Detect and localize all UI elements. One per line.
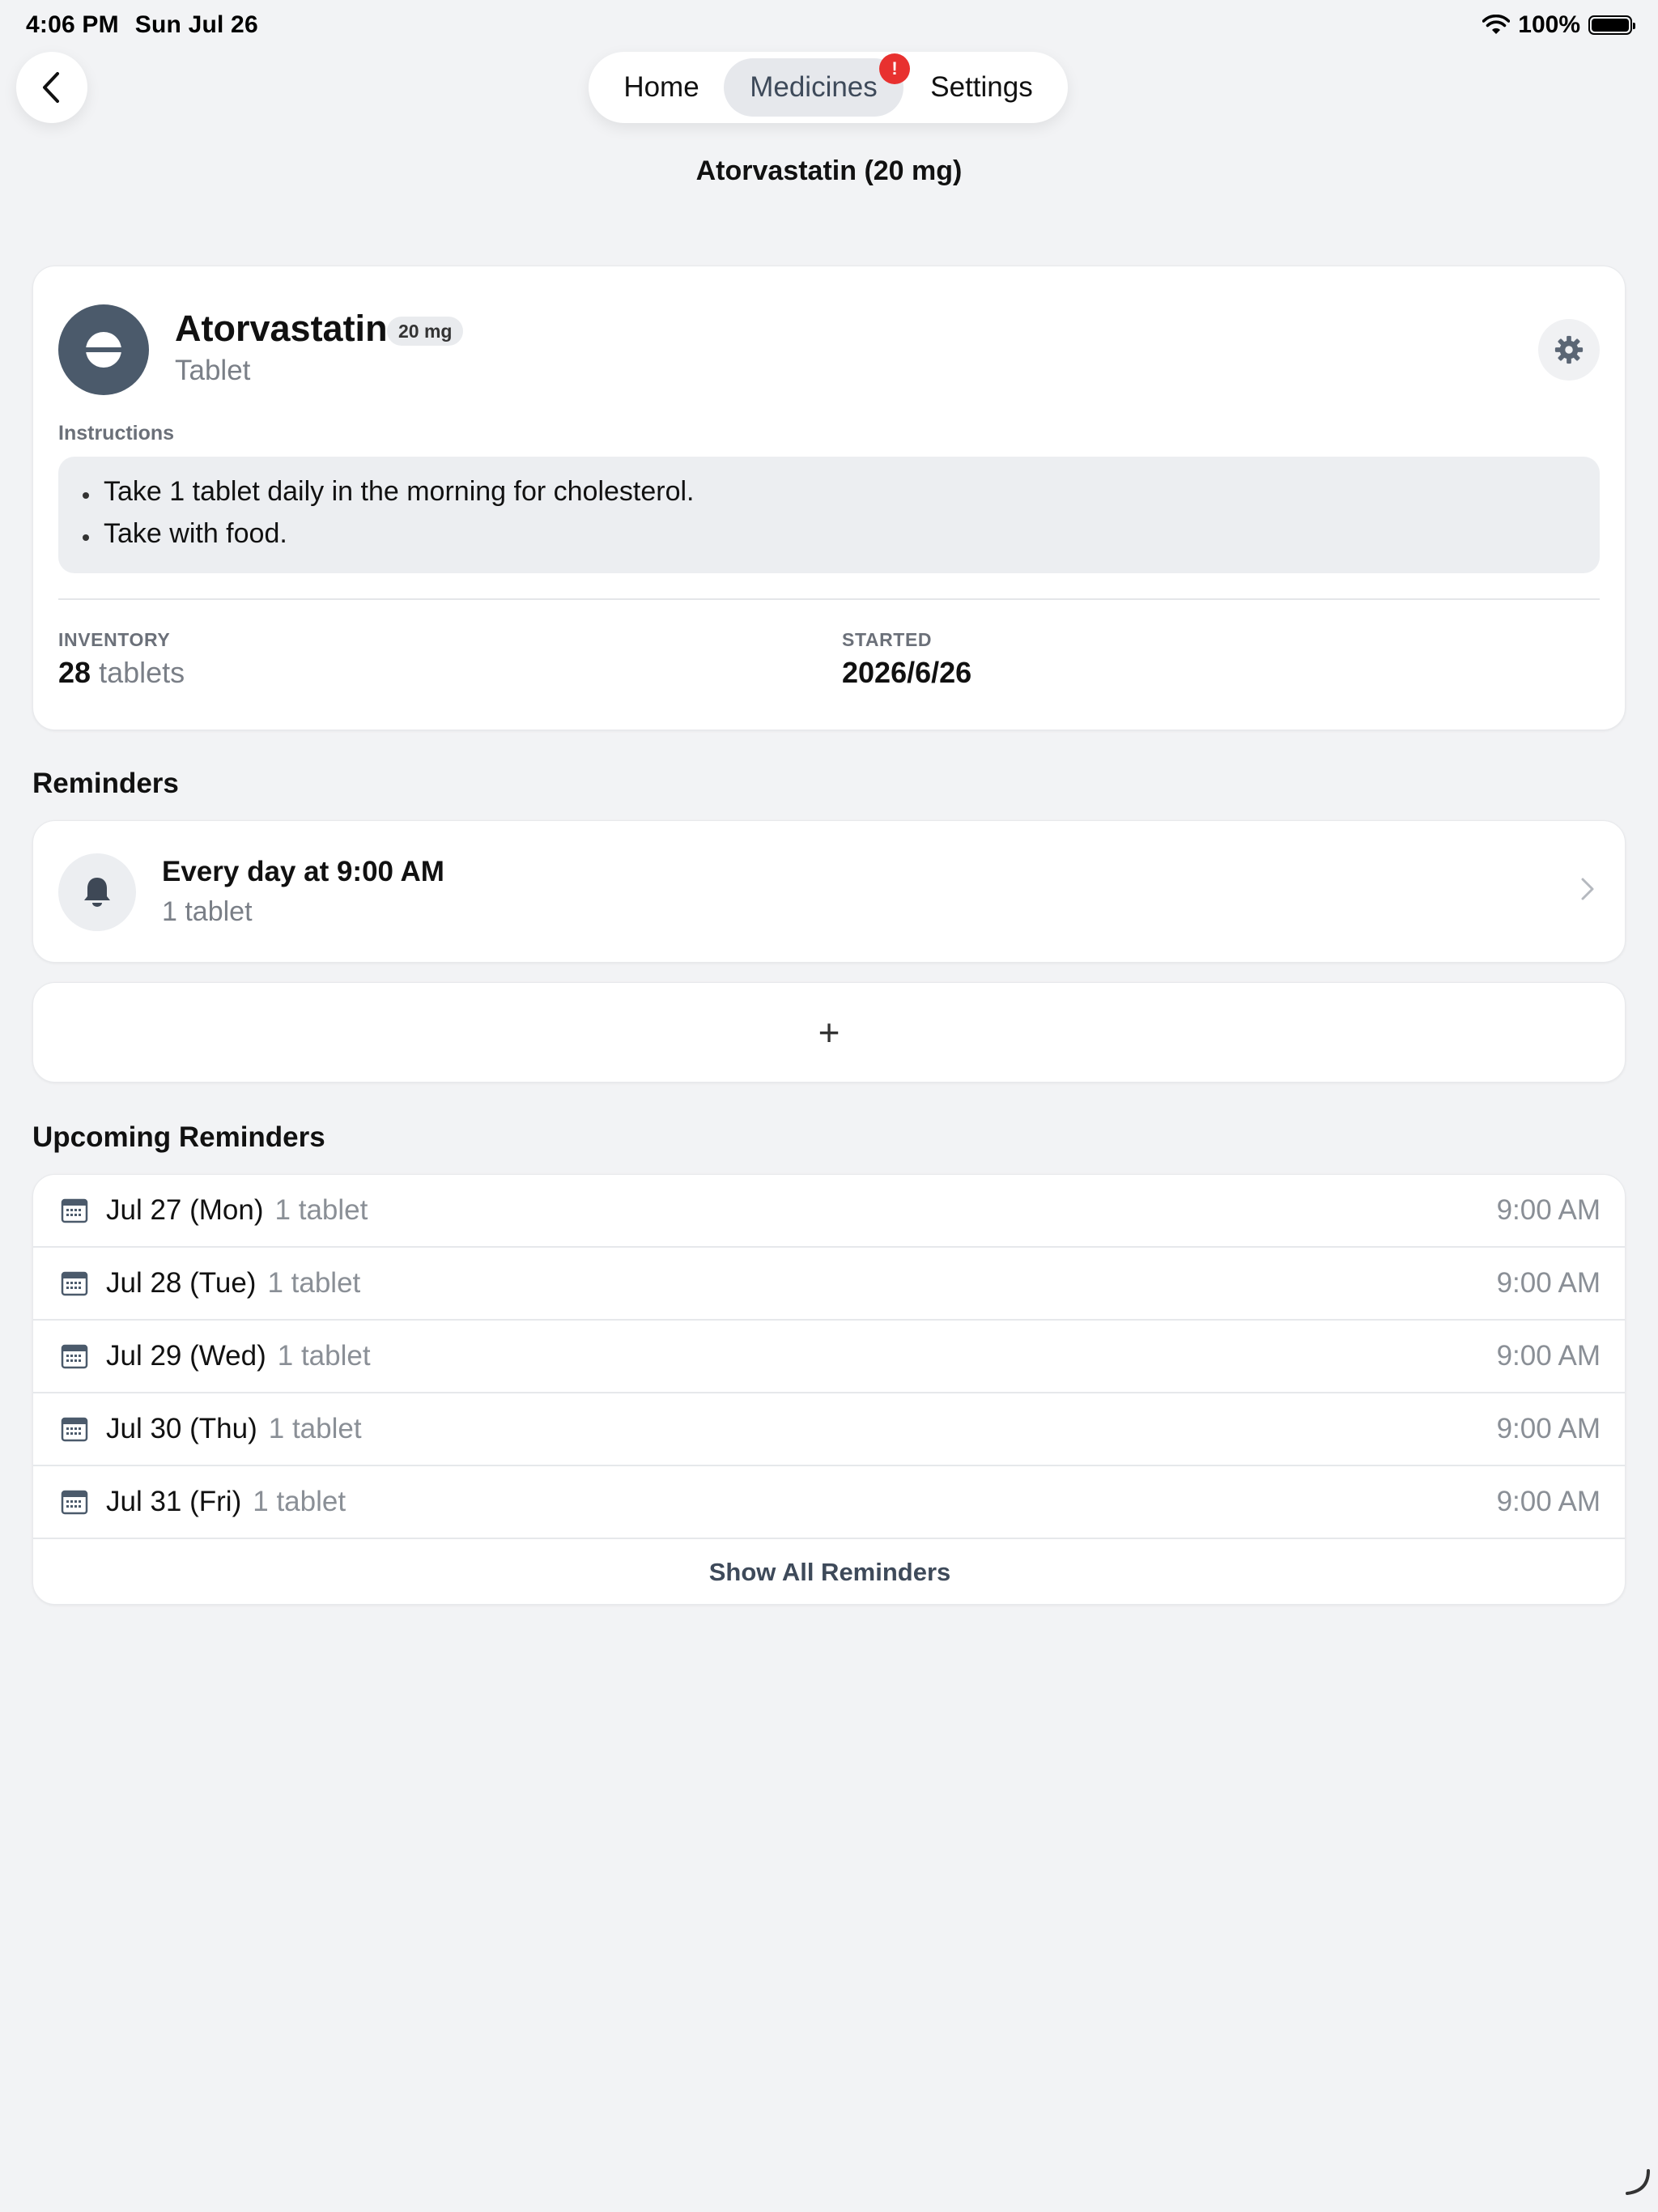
upcoming-time: 9:00 AM: [1496, 1267, 1601, 1299]
wifi-icon: [1482, 15, 1511, 34]
gear-icon: [1554, 335, 1584, 364]
instructions-label: Instructions: [58, 422, 175, 445]
chevron-left-icon: [43, 72, 59, 103]
calendar-icon: [61, 1490, 88, 1515]
list-item[interactable]: Jul 28 (Tue) 1 tablet 9:00 AM: [33, 1248, 1625, 1321]
inventory-unit: tablets: [99, 656, 185, 689]
upcoming-time: 9:00 AM: [1496, 1194, 1601, 1226]
reminder-title: Every day at 9:00 AM: [162, 856, 444, 887]
pill-icon: [58, 304, 149, 395]
chevron-right-icon: [1580, 877, 1595, 905]
calendar-icon: [61, 1198, 88, 1223]
status-date: Sun Jul 26: [134, 11, 258, 38]
inventory-count: 28: [58, 656, 91, 689]
back-button[interactable]: [16, 52, 87, 123]
upcoming-time: 9:00 AM: [1496, 1340, 1601, 1372]
upcoming-quantity: 1 tablet: [268, 1413, 362, 1444]
upcoming-date: Jul 27 (Mon): [106, 1194, 264, 1226]
started-value: 2026/6/26: [842, 656, 972, 689]
tab-settings[interactable]: Settings: [911, 58, 1052, 117]
upcoming-date: Jul 31 (Fri): [106, 1486, 242, 1517]
upcoming-time: 9:00 AM: [1496, 1486, 1601, 1517]
show-all-reminders-button[interactable]: Show All Reminders: [33, 1539, 1625, 1604]
battery-icon: [1588, 15, 1635, 35]
upcoming-quantity: 1 tablet: [274, 1194, 368, 1226]
upcoming-quantity: 1 tablet: [277, 1340, 371, 1372]
calendar-icon: [61, 1344, 88, 1369]
upcoming-heading: Upcoming Reminders: [32, 1121, 325, 1153]
reminder-quantity: 1 tablet: [162, 896, 253, 927]
divider: [58, 598, 1600, 600]
battery-percent: 100%: [1518, 11, 1580, 38]
status-bar-left: 4:06 PM Sun Jul 26: [26, 11, 258, 39]
instruction-item: Take with food.: [83, 518, 287, 549]
calendar-icon: [61, 1417, 88, 1442]
tab-home[interactable]: Home: [605, 58, 718, 117]
upcoming-quantity: 1 tablet: [253, 1486, 346, 1517]
inventory-label: INVENTORY: [58, 629, 171, 650]
started-label: STARTED: [842, 629, 933, 650]
medicine-form: Tablet: [175, 355, 251, 386]
page-title: Atorvastatin (20 mg): [695, 155, 963, 186]
status-bar-right: 100%: [1482, 11, 1635, 39]
upcoming-date: Jul 30 (Thu): [106, 1413, 257, 1444]
tab-bar: Home Medicines Settings: [589, 52, 1068, 123]
dose-badge: 20 mg: [387, 317, 464, 346]
upcoming-quantity: 1 tablet: [267, 1267, 361, 1299]
upcoming-date: Jul 28 (Tue): [106, 1267, 257, 1299]
medicine-name: Atorvastatin: [175, 308, 388, 349]
upcoming-time: 9:00 AM: [1496, 1413, 1601, 1444]
inventory-value: 28 tablets: [58, 656, 185, 690]
upcoming-list: Jul 27 (Mon) 1 tablet 9:00 AM Jul 28 (Tue…: [32, 1174, 1626, 1605]
alert-badge: !: [879, 53, 910, 84]
reminders-heading: Reminders: [32, 768, 179, 799]
add-reminder-button[interactable]: +: [32, 982, 1626, 1083]
settings-button[interactable]: [1538, 319, 1600, 381]
resize-handle-icon[interactable]: [1622, 2167, 1652, 2201]
instruction-item: Take 1 tablet daily in the morning for c…: [83, 476, 695, 507]
list-item[interactable]: Jul 30 (Thu) 1 tablet 9:00 AM: [33, 1393, 1625, 1466]
add-label: +: [818, 1011, 840, 1053]
calendar-icon: [61, 1271, 88, 1296]
list-item[interactable]: Jul 27 (Mon) 1 tablet 9:00 AM: [33, 1175, 1625, 1248]
tab-medicines[interactable]: Medicines: [724, 58, 903, 117]
reminder-item[interactable]: [32, 820, 1626, 963]
instructions-box: Take 1 tablet daily in the morning for c…: [58, 457, 1600, 573]
list-item[interactable]: Jul 31 (Fri) 1 tablet 9:00 AM: [33, 1466, 1625, 1539]
upcoming-date: Jul 29 (Wed): [106, 1340, 266, 1372]
list-item[interactable]: Jul 29 (Wed) 1 tablet 9:00 AM: [33, 1321, 1625, 1393]
status-time: 4:06 PM: [26, 11, 119, 38]
bell-icon: [58, 853, 136, 931]
